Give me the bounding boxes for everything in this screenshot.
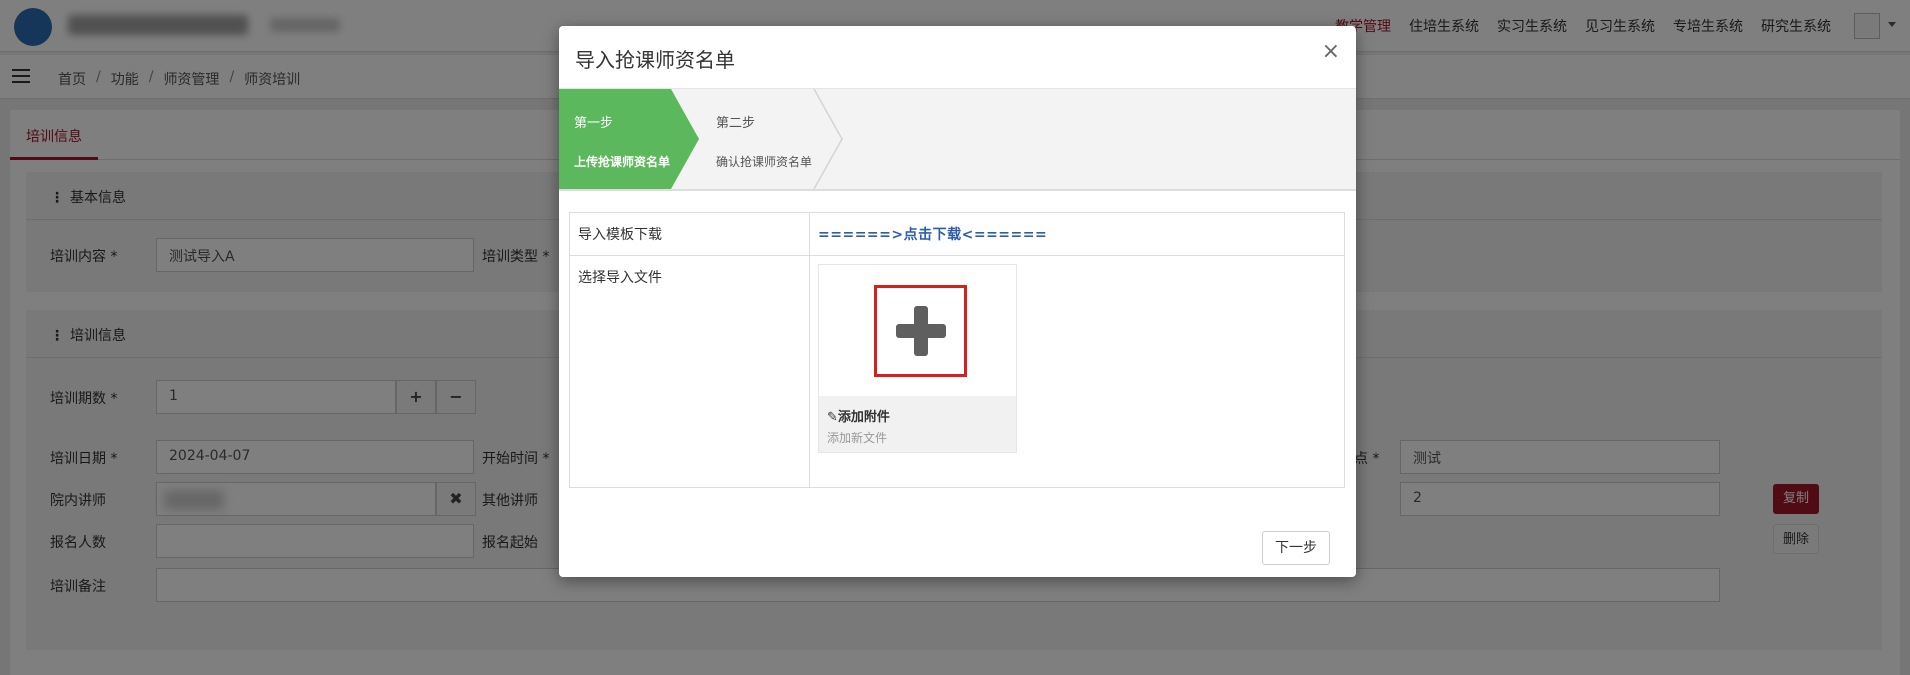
upload-card[interactable]: ✎添加附件 添加新文件	[818, 264, 1017, 453]
add-file-button[interactable]	[874, 285, 967, 377]
modal-title: 导入抢课师资名单	[575, 48, 735, 72]
next-step-button[interactable]: 下一步	[1262, 531, 1330, 565]
step-1-name: 第一步	[574, 116, 614, 131]
add-new-file-hint: 添加新文件	[827, 431, 888, 445]
upload-preview	[819, 265, 1016, 396]
step-2-name: 第二步	[716, 116, 756, 131]
wizard-steps: 第一步 上传抢课师资名单 第二步 确认抢课师资名单	[559, 89, 1356, 191]
step-1-desc: 上传抢课师资名单	[574, 155, 671, 169]
step-arrows	[559, 89, 843, 189]
select-file-cell: ✎添加附件 添加新文件	[809, 255, 1345, 488]
upload-footer: ✎添加附件 添加新文件	[819, 396, 1016, 452]
table-row: 选择导入文件 ✎添加附件 添加新文件	[569, 255, 1345, 488]
select-file-label: 选择导入文件	[569, 255, 810, 488]
download-link[interactable]: ======>点击下载<======	[818, 227, 1047, 243]
modal-header: 导入抢课师资名单 ×	[559, 26, 1356, 89]
table-row: 导入模板下载 ======>点击下载<======	[569, 212, 1345, 256]
close-icon[interactable]: ×	[1322, 41, 1340, 63]
import-modal: 导入抢课师资名单 × 第一步 上传抢课师资名单 第二步 确认抢课师资名单 导入模…	[559, 26, 1356, 577]
import-form-table: 导入模板下载 ======>点击下载<====== 选择导入文件 ✎添加附件 添…	[569, 212, 1345, 488]
modal-body: 导入模板下载 ======>点击下载<====== 选择导入文件 ✎添加附件 添…	[569, 212, 1345, 488]
plus-icon	[895, 306, 946, 356]
template-download-cell: ======>点击下载<======	[809, 212, 1345, 256]
step-2-arrow	[813, 89, 843, 189]
template-download-label: 导入模板下载	[569, 212, 810, 256]
add-attachment-label: ✎添加附件	[827, 410, 890, 425]
step-1-arrow	[559, 89, 699, 189]
step-2-desc: 确认抢课师资名单	[716, 155, 813, 169]
